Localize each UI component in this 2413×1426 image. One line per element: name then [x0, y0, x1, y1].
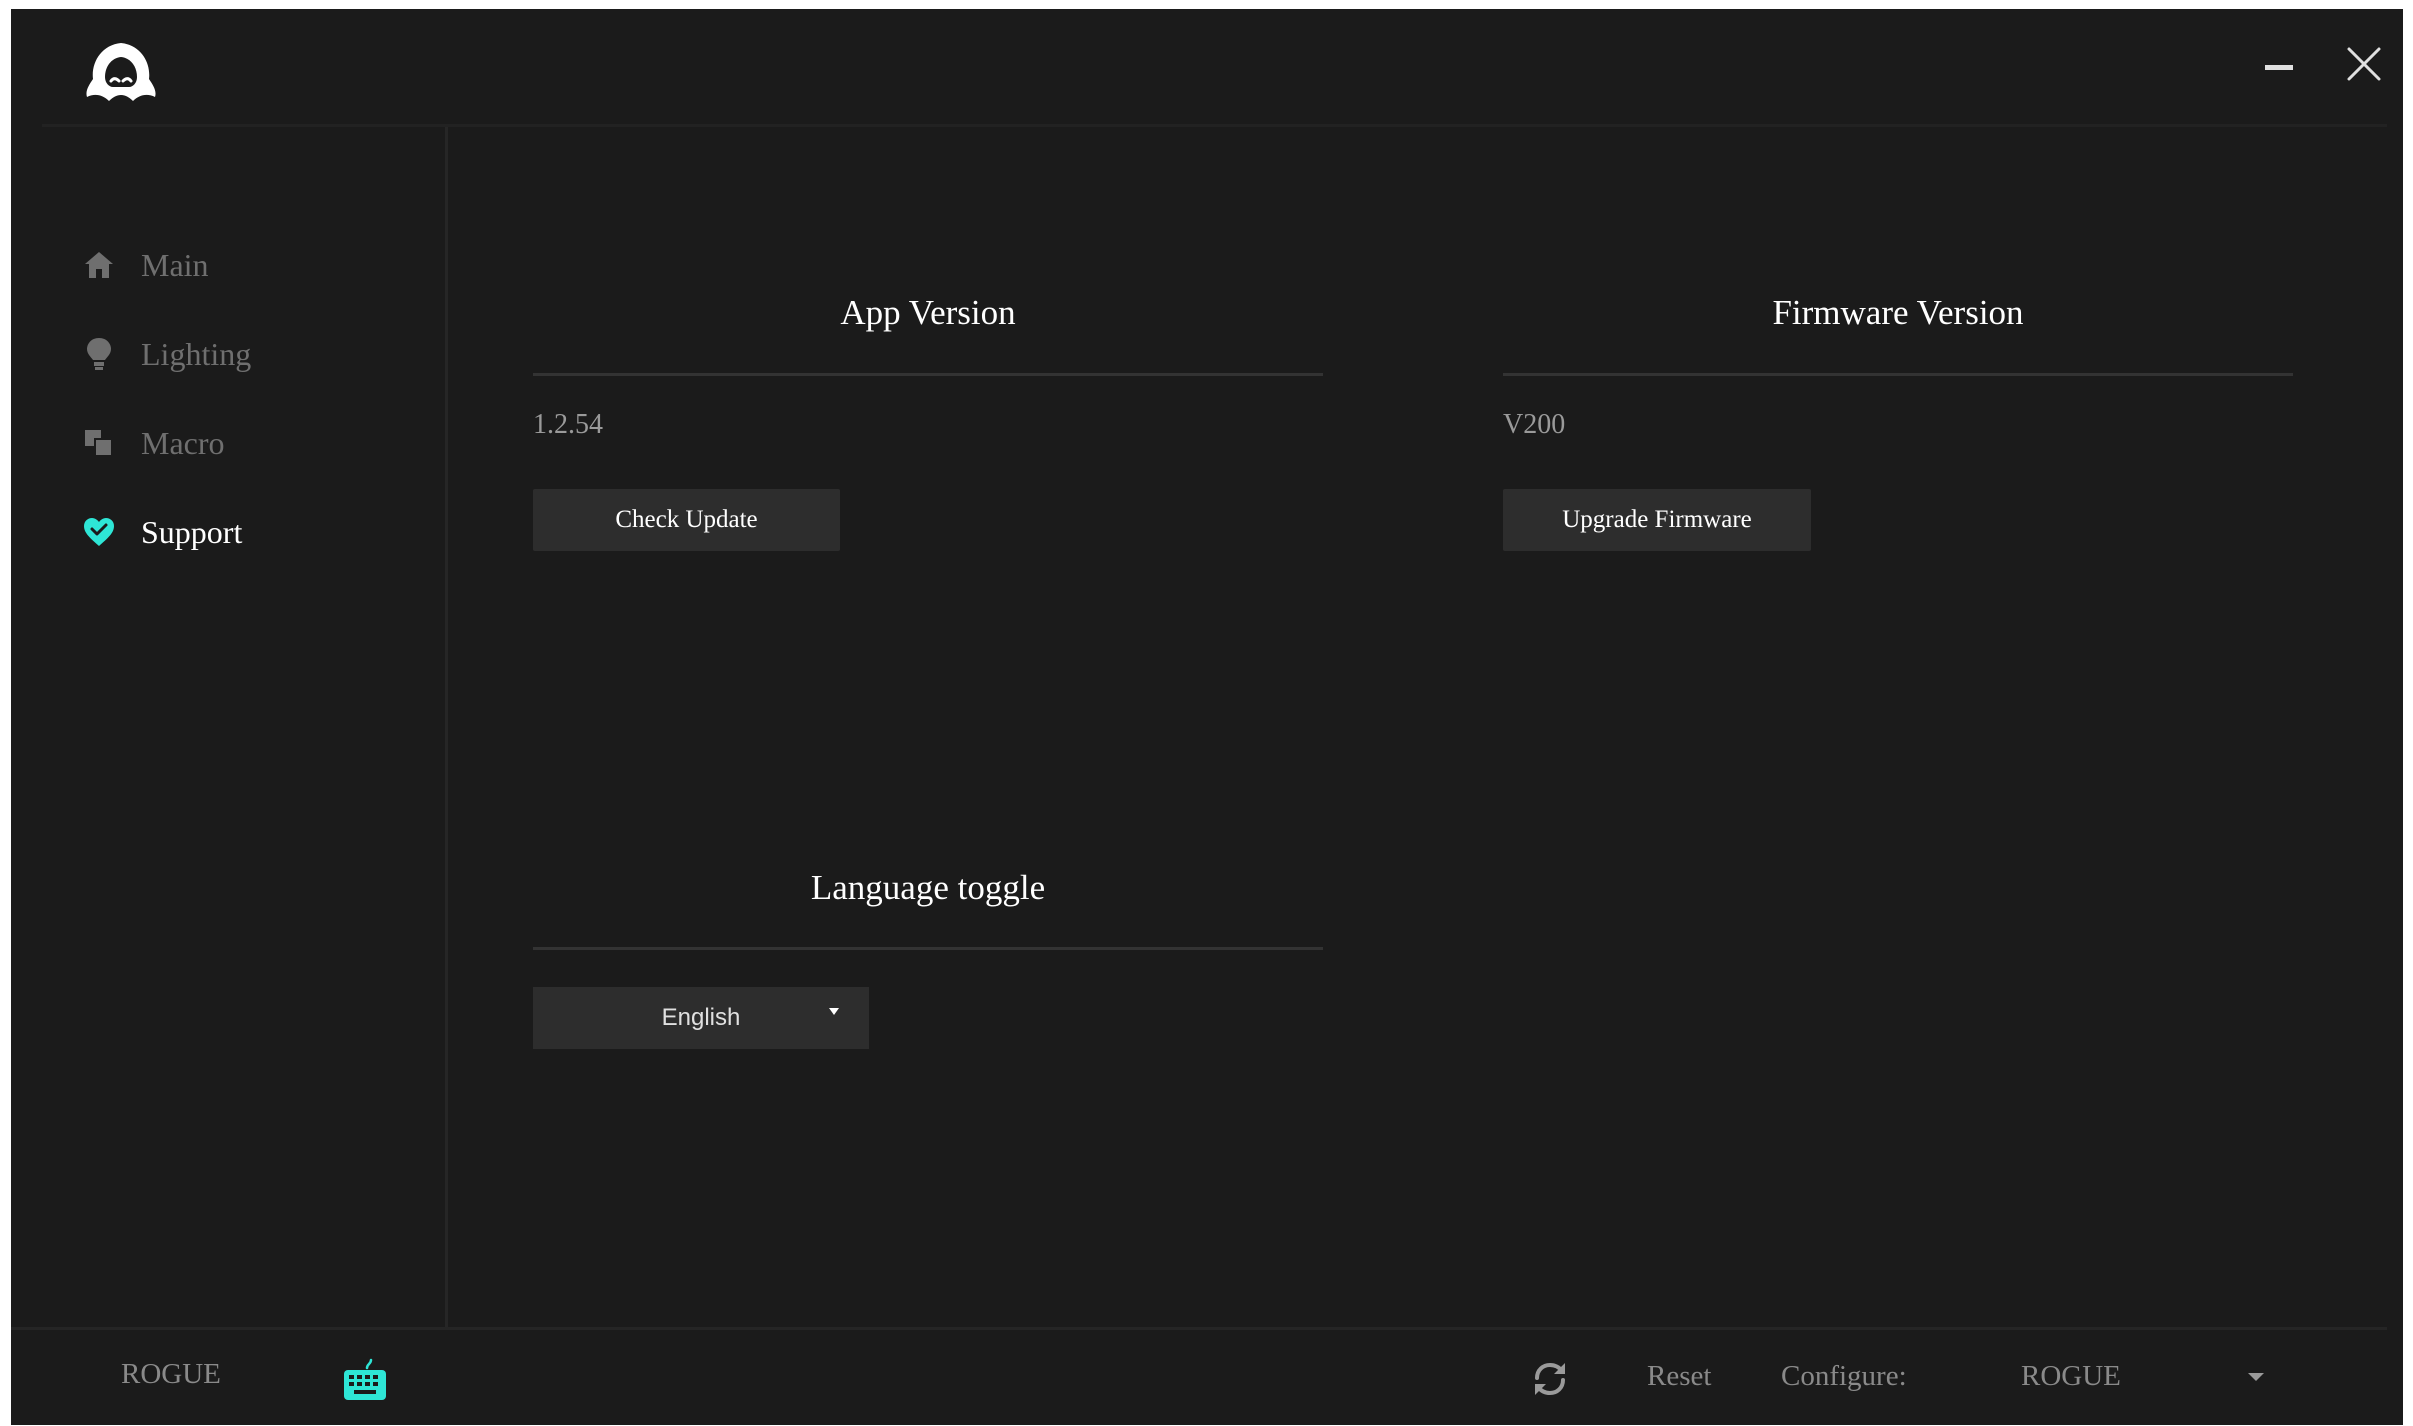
- upgrade-firmware-button[interactable]: Upgrade Firmware: [1503, 489, 1811, 551]
- minimize-button[interactable]: [2263, 49, 2299, 85]
- app-version-divider: [533, 373, 1323, 376]
- sidebar-item-lighting[interactable]: Lighting: [81, 324, 411, 384]
- caret-down-icon: [829, 1008, 839, 1015]
- sidebar-item-macro[interactable]: Macro: [81, 413, 411, 473]
- sidebar-item-label: Support: [141, 513, 243, 550]
- configure-select-value: ROGUE: [2021, 1360, 2121, 1392]
- device-name: ROGUE: [121, 1358, 221, 1390]
- keyboard-icon[interactable]: [341, 1358, 389, 1402]
- lightbulb-icon: [81, 336, 117, 372]
- language-select[interactable]: English: [533, 987, 869, 1049]
- check-update-button[interactable]: Check Update: [533, 489, 840, 551]
- firmware-version-divider: [1503, 373, 2293, 376]
- sidebar: Main Lighting Macro Support: [11, 127, 447, 1327]
- app-version-value: 1.2.54: [533, 409, 603, 440]
- sidebar-item-label: Lighting: [141, 335, 252, 372]
- configure-select[interactable]: ROGUE: [2021, 1352, 2281, 1402]
- close-icon: [2347, 47, 2381, 81]
- chevron-down-icon: [2248, 1373, 2264, 1381]
- close-button[interactable]: [2341, 41, 2387, 87]
- reset-button[interactable]: Reset: [1647, 1360, 1711, 1393]
- firmware-version-value: V200: [1503, 409, 1566, 440]
- language-toggle-title: Language toggle: [810, 868, 1046, 907]
- language-select-value: English: [661, 1004, 741, 1031]
- sidebar-item-support[interactable]: Support: [81, 502, 411, 562]
- configure-label: Configure:: [1781, 1360, 1907, 1392]
- refresh-icon: [1535, 1362, 1565, 1396]
- minimize-icon: [2265, 65, 2293, 70]
- home-icon: [81, 247, 117, 283]
- footer-bar: ROGUE Reset Configure: ROGUE: [11, 1330, 2403, 1425]
- hooded-figure-logo-icon: [86, 43, 156, 101]
- reset-refresh-button[interactable]: [1529, 1360, 1571, 1398]
- sidebar-item-main[interactable]: Main: [81, 235, 411, 295]
- firmware-version-title: Firmware Version: [1772, 293, 2024, 332]
- heart-icon: [81, 514, 117, 550]
- sidebar-item-label: Macro: [141, 424, 225, 461]
- title-bar: [11, 9, 2403, 127]
- app-version-title: App Version: [840, 293, 1016, 332]
- language-divider: [533, 947, 1323, 950]
- app-window: Main Lighting Macro Support App Version …: [11, 9, 2403, 1425]
- macro-icon: [81, 425, 117, 461]
- sidebar-item-label: Main: [141, 246, 209, 283]
- sidebar-divider: [445, 127, 448, 1327]
